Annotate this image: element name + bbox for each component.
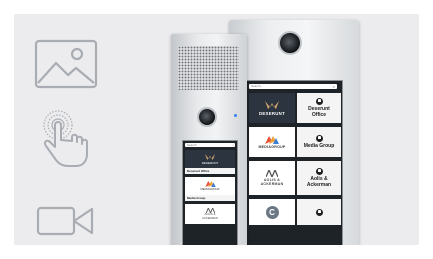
search-bar[interactable]: Search... ⌕ (249, 84, 337, 89)
search-placeholder: Search... (251, 84, 264, 88)
tenant-name-line2: Office (311, 111, 327, 118)
tenant-label: Deserunt Office (297, 93, 341, 123)
tenant-logo: AOLIS & ACKERMAN (249, 161, 295, 195)
mediagroup-logo-icon (265, 135, 279, 144)
tenant-name: Media Group (303, 142, 335, 149)
logo-text: ACKERMAN (260, 182, 284, 186)
deserunt-logo-icon (265, 100, 279, 109)
tenant-name: Media Group (187, 196, 206, 200)
tenant-label: Deserunt Office (185, 168, 235, 174)
tenant-name-line2: Ackerman (306, 181, 332, 188)
tenant-name: Deserunt Office (187, 169, 210, 173)
tenant-row[interactable]: MEDIAGROUP Media Group (249, 127, 341, 157)
tenant-row[interactable]: AOLIS & ACKERMAN Aolis & Ackerman (249, 161, 341, 195)
deserunt-logo-icon (205, 153, 215, 160)
tenant-row[interactable]: DESERUNT Deserunt Office (249, 93, 341, 123)
feature-icon-column (14, 14, 119, 245)
logo-text: DESERUNT (258, 110, 286, 116)
search-icon: ⌕ (332, 84, 335, 89)
search-bar[interactable]: Search ⌕ (185, 143, 235, 147)
speaker-grille (178, 46, 239, 90)
tenant-row[interactable]: AOLIS & ACKERMAN (185, 204, 235, 224)
tenant-logo: DESERUNT (249, 93, 295, 123)
search-placeholder: Search (187, 143, 197, 147)
logo-text: ACKERMAN (202, 215, 218, 220)
tenant-logo: DESERUNT (185, 150, 235, 168)
video-camera-icon (36, 204, 94, 238)
logo-text: MEDIAGROUP (200, 187, 220, 191)
touch-icon (40, 109, 92, 169)
tenant-row[interactable]: C (249, 199, 341, 225)
intercom-panel-small: Search ⌕ DESERUNT Deserunt Office MEDIAG… (171, 34, 247, 245)
bell-icon (315, 208, 323, 216)
touchscreen-display[interactable]: Search... ⌕ DESERUNT Deserunt Office MEDI… (245, 80, 343, 245)
tenant-label: Aolis & Ackerman (297, 161, 341, 195)
search-icon: ⌕ (232, 143, 234, 147)
tenant-logo: MEDIAGROUP (249, 127, 295, 157)
bell-icon (315, 167, 323, 175)
status-led (234, 114, 237, 117)
tenant-logo: MEDIAGROUP (185, 177, 235, 195)
tenant-label: Media Group (185, 195, 235, 201)
logo-text: MEDIAGROUP (258, 144, 286, 149)
bell-icon (315, 134, 323, 142)
bell-icon (315, 97, 323, 105)
camera-lens (197, 107, 217, 127)
image-icon (34, 39, 98, 89)
aolis-logo-icon (266, 170, 278, 177)
tenant-logo: AOLIS & ACKERMAN (185, 204, 235, 224)
tenant-row[interactable]: MEDIAGROUP Media Group (185, 177, 235, 201)
tenant-row[interactable]: DESERUNT Deserunt Office (185, 150, 235, 174)
tenant-label (297, 199, 341, 225)
camera-lens (278, 31, 302, 55)
intercom-panel-large: Search... ⌕ DESERUNT Deserunt Office MEDI… (229, 20, 359, 245)
logo-text: C (265, 205, 279, 219)
touchscreen-display[interactable]: Search ⌕ DESERUNT Deserunt Office MEDIAG… (182, 140, 238, 245)
tenant-logo: C (249, 199, 295, 225)
tenant-label: Media Group (297, 127, 341, 157)
content-card: Search... ⌕ DESERUNT Deserunt Office MEDI… (14, 14, 419, 245)
logo-text: DESERUNT (201, 160, 219, 165)
